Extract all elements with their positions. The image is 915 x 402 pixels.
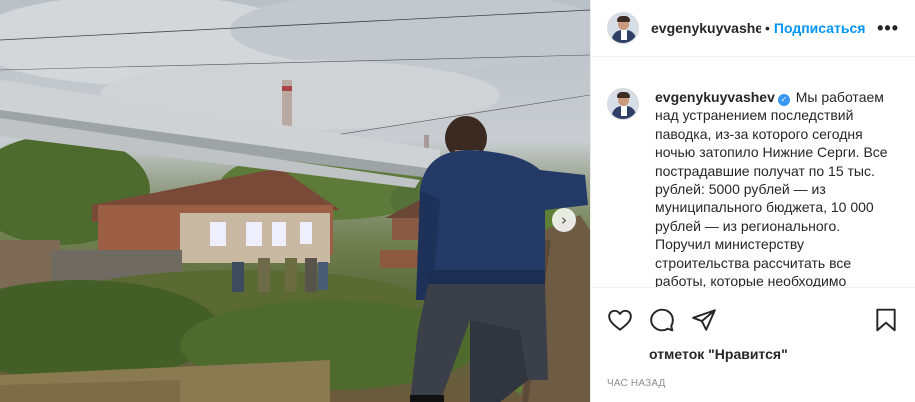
bookmark-icon[interactable] — [873, 307, 899, 333]
actions-section: отметок "Нравится" час назад — [591, 287, 915, 402]
comments-section[interactable]: evgenykuyvashev ✓ Мы работаем над устране… — [591, 58, 915, 287]
author-avatar[interactable] — [607, 12, 639, 44]
caption: evgenykuyvashev ✓ Мы работаем над устране… — [655, 88, 899, 287]
caption-avatar[interactable] — [607, 88, 639, 120]
share-icon[interactable] — [691, 307, 717, 333]
verified-badge-icon: ✓ — [777, 94, 790, 106]
follow-button[interactable]: Подписаться — [774, 20, 866, 36]
post-header: evgenykuyvashe • Подписаться ••• — [591, 0, 915, 57]
post-timestamp[interactable]: час назад — [591, 378, 915, 389]
post-sidebar: evgenykuyvashe • Подписаться ••• evgenyk… — [590, 0, 915, 402]
comment-icon[interactable] — [649, 307, 675, 333]
likes-count[interactable]: отметок "Нравится" — [591, 342, 915, 362]
caption-text: Мы работаем над устранением последствий … — [655, 89, 888, 287]
caption-row: evgenykuyvashev ✓ Мы работаем над устране… — [607, 88, 899, 287]
action-bar — [591, 288, 915, 340]
heart-icon[interactable] — [607, 307, 633, 333]
chevron-right-icon: › — [561, 210, 567, 229]
post-photo[interactable]: › — [0, 0, 590, 402]
caption-username[interactable]: evgenykuyvashev — [655, 89, 775, 105]
separator-dot: • — [765, 20, 770, 36]
next-photo-button[interactable]: › — [552, 208, 576, 232]
flood-scene-image — [0, 0, 590, 402]
author-username[interactable]: evgenykuyvashe — [651, 20, 761, 36]
more-options-icon[interactable]: ••• — [877, 18, 899, 39]
